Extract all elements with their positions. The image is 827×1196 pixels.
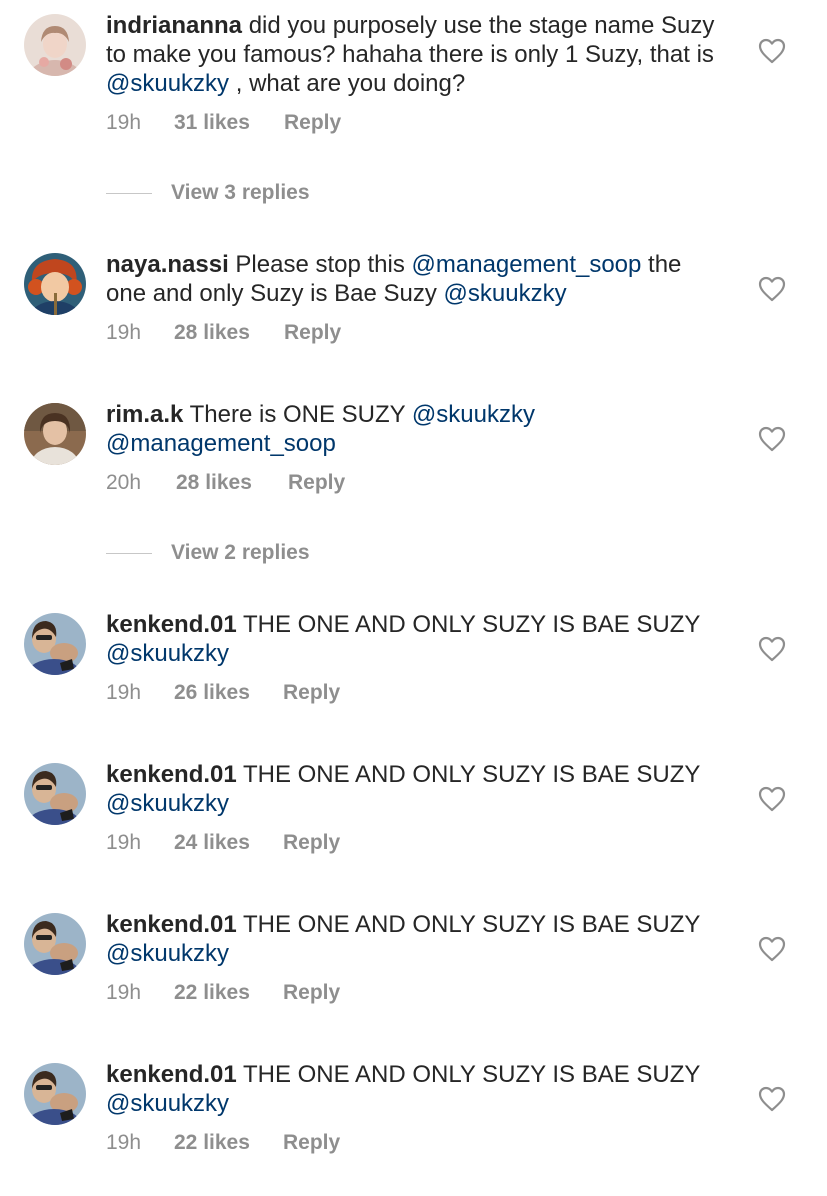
comment-time: 19h — [106, 831, 142, 854]
comment-body-text: Please stop this — [235, 251, 412, 278]
avatar[interactable] — [24, 253, 86, 315]
comment-time: 19h — [106, 981, 142, 1004]
comment-likes[interactable]: 24 likes — [174, 831, 250, 855]
reply-button[interactable]: Reply — [284, 321, 341, 345]
comment-likes[interactable]: 31 likes — [174, 111, 250, 135]
mention-link[interactable]: @management_soop — [106, 430, 336, 457]
comment-likes[interactable]: 28 likes — [174, 321, 250, 345]
mention-link[interactable]: @skuukzky — [106, 940, 229, 967]
mention-link[interactable]: @skuukzky — [444, 280, 567, 307]
replies-divider — [106, 553, 152, 554]
comment-time: 19h — [106, 111, 142, 134]
comment-username[interactable]: kenkend.01 — [106, 1061, 237, 1088]
comment-likes[interactable]: 26 likes — [174, 681, 250, 705]
comment-likes[interactable]: 22 likes — [174, 981, 250, 1005]
like-button[interactable] — [758, 1086, 786, 1112]
mention-link[interactable]: @skuukzky — [106, 640, 229, 667]
avatar[interactable] — [24, 763, 86, 825]
heart-outline-icon — [758, 786, 786, 812]
comment-time: 20h — [106, 471, 142, 494]
like-button[interactable] — [758, 636, 786, 662]
reply-button[interactable]: Reply — [283, 1131, 340, 1155]
comments-list: indriananna did you purposely use the st… — [0, 0, 827, 1196]
view-replies-label: View 2 replies — [171, 541, 310, 564]
comment-time: 19h — [106, 321, 142, 344]
view-replies-label: View 3 replies — [171, 181, 310, 204]
mention-link[interactable]: @skuukzky — [412, 401, 535, 428]
heart-outline-icon — [758, 426, 786, 452]
comment-username[interactable]: naya.nassi — [106, 251, 229, 278]
avatar[interactable] — [24, 613, 86, 675]
reply-button[interactable]: Reply — [288, 471, 345, 495]
reply-button[interactable]: Reply — [283, 681, 340, 705]
comment-time: 19h — [106, 681, 142, 704]
comment-username[interactable]: kenkend.01 — [106, 911, 237, 938]
reply-button[interactable]: Reply — [284, 111, 341, 135]
comment-text: kenkend.01 THE ONE AND ONLY SUZY IS BAE … — [106, 1060, 726, 1118]
comment-text: rim.a.k There is ONE SUZY @skuukzky @man… — [106, 400, 726, 458]
comment-username[interactable]: indriananna — [106, 12, 242, 39]
comment-username[interactable]: kenkend.01 — [106, 761, 237, 788]
avatar[interactable] — [24, 1063, 86, 1125]
comment-text: kenkend.01 THE ONE AND ONLY SUZY IS BAE … — [106, 760, 726, 818]
heart-outline-icon — [758, 636, 786, 662]
comment-username[interactable]: kenkend.01 — [106, 611, 237, 638]
mention-link[interactable]: @skuukzky — [106, 70, 229, 97]
reply-button[interactable]: Reply — [283, 981, 340, 1005]
heart-outline-icon — [758, 1086, 786, 1112]
comment-body-text: THE ONE AND ONLY SUZY IS BAE SUZY — [242, 911, 701, 938]
heart-outline-icon — [758, 276, 786, 302]
comment-time: 19h — [106, 1131, 142, 1154]
like-button[interactable] — [758, 936, 786, 962]
replies-divider — [106, 193, 152, 194]
comment-text: indriananna did you purposely use the st… — [106, 11, 726, 98]
comment-likes[interactable]: 22 likes — [174, 1131, 250, 1155]
comment-text: kenkend.01 THE ONE AND ONLY SUZY IS BAE … — [106, 610, 726, 668]
mention-link[interactable]: @management_soop — [412, 251, 642, 278]
reply-button[interactable]: Reply — [283, 831, 340, 855]
like-button[interactable] — [758, 38, 786, 64]
comment-username[interactable]: rim.a.k — [106, 401, 183, 428]
comment-body-text: THE ONE AND ONLY SUZY IS BAE SUZY — [242, 1061, 701, 1088]
comment-likes[interactable]: 28 likes — [176, 471, 252, 495]
heart-outline-icon — [758, 936, 786, 962]
comment-text: naya.nassi Please stop this @management_… — [106, 250, 726, 308]
comment-body-text: THE ONE AND ONLY SUZY IS BAE SUZY — [242, 761, 701, 788]
like-button[interactable] — [758, 276, 786, 302]
comment-text: kenkend.01 THE ONE AND ONLY SUZY IS BAE … — [106, 910, 726, 968]
like-button[interactable] — [758, 426, 786, 452]
mention-link[interactable]: @skuukzky — [106, 1090, 229, 1117]
like-button[interactable] — [758, 786, 786, 812]
avatar[interactable] — [24, 14, 86, 76]
heart-outline-icon — [758, 38, 786, 64]
comment-body-text: , what are you doing? — [229, 70, 466, 97]
comment-body-text: THE ONE AND ONLY SUZY IS BAE SUZY — [242, 611, 701, 638]
comment-body-text: There is ONE SUZY — [189, 401, 412, 428]
avatar[interactable] — [24, 913, 86, 975]
avatar[interactable] — [24, 403, 86, 465]
mention-link[interactable]: @skuukzky — [106, 790, 229, 817]
